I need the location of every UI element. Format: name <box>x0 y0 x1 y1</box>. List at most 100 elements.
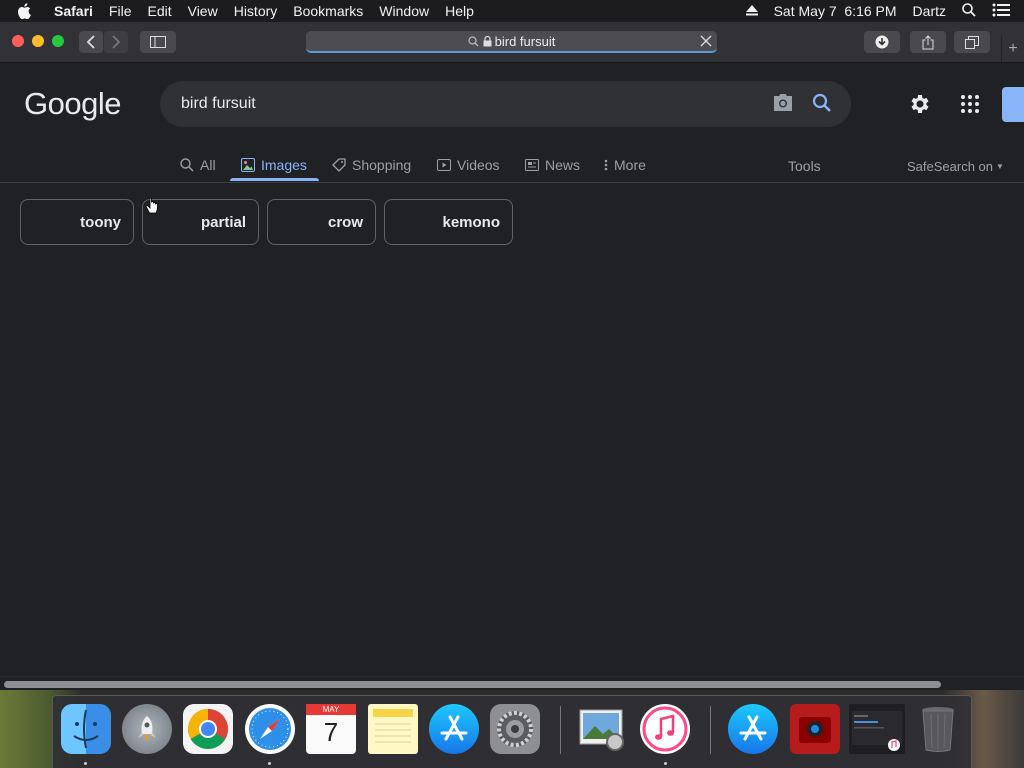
spotlight-icon[interactable] <box>954 2 984 20</box>
menu-window[interactable]: Window <box>371 3 437 19</box>
chip-label: partial <box>200 213 246 231</box>
sign-in-button[interactable] <box>1002 87 1024 122</box>
menu-history[interactable]: History <box>226 3 286 19</box>
dock-notes[interactable] <box>368 704 418 754</box>
search-icon <box>180 158 194 172</box>
dock-screenshot-file[interactable] <box>849 704 905 754</box>
tab-more[interactable]: More <box>604 150 646 180</box>
address-bar[interactable]: bird fursuit <box>306 31 717 53</box>
menu-file[interactable]: File <box>101 3 140 19</box>
dock-app-store-2[interactable] <box>728 704 778 754</box>
tab-news[interactable]: News <box>525 150 580 180</box>
google-apps-icon[interactable] <box>961 95 979 118</box>
menu-help[interactable]: Help <box>437 3 482 19</box>
download-icon <box>875 35 889 49</box>
tabs-overview-button[interactable] <box>954 31 990 53</box>
dock-running-indicator <box>268 762 271 765</box>
trash-icon <box>922 707 954 752</box>
chevron-left-icon <box>86 35 95 49</box>
browser-toolbar: bird fursuit + <box>0 22 1024 63</box>
safesearch-label: SafeSearch on <box>907 159 994 174</box>
horizontal-scrollbar[interactable] <box>0 676 1024 691</box>
apple-icon[interactable] <box>17 3 39 19</box>
dock-chrome[interactable] <box>183 704 233 754</box>
sidebar-button[interactable] <box>140 31 176 53</box>
notification-center-icon[interactable] <box>984 3 1024 20</box>
play-icon <box>437 159 451 171</box>
dock-preview[interactable] <box>577 704 627 754</box>
calendar-day: 7 <box>323 717 339 747</box>
chrome-icon <box>188 709 228 749</box>
more-vert-icon <box>604 159 608 171</box>
dock-launchpad[interactable] <box>122 704 172 754</box>
chip-partial[interactable]: partial <box>142 199 259 245</box>
tools-button[interactable]: Tools <box>788 158 821 174</box>
menu-view[interactable]: View <box>180 3 226 19</box>
back-button[interactable] <box>79 31 103 53</box>
url-text: bird fursuit <box>494 33 556 49</box>
dock-calendar[interactable]: MAY 7 <box>306 704 356 754</box>
dock-itunes[interactable] <box>640 704 690 754</box>
chip-label: toony <box>80 213 121 231</box>
menu-bar: Safari File Edit View History Bookmarks … <box>0 0 1024 22</box>
menu-app-safari[interactable]: Safari <box>53 3 101 19</box>
dock-app-store[interactable] <box>429 704 479 754</box>
sidebar-icon <box>150 36 166 48</box>
app-store-icon <box>440 715 468 741</box>
lock-icon <box>483 35 492 46</box>
search-icon[interactable] <box>812 93 832 118</box>
dock-running-indicator <box>664 762 667 765</box>
chip-label: kemono <box>442 213 500 231</box>
dock-system-preferences[interactable] <box>490 704 540 754</box>
zoom-window-button[interactable] <box>52 35 64 47</box>
tab-images[interactable]: Images <box>241 150 307 180</box>
preview-icon <box>579 709 624 751</box>
tab-shopping[interactable]: Shopping <box>332 150 411 180</box>
search-query[interactable]: bird fursuit <box>181 95 256 113</box>
dock-safari[interactable] <box>245 704 295 754</box>
photo-booth-icon <box>799 717 831 743</box>
scrollbar-thumb[interactable] <box>4 681 941 688</box>
close-window-button[interactable] <box>12 35 24 47</box>
settings-gear-icon[interactable] <box>908 92 932 121</box>
eject-icon[interactable] <box>738 3 766 19</box>
tab-images-label: Images <box>261 157 307 173</box>
chevron-right-icon <box>112 35 121 49</box>
minimize-window-button[interactable] <box>32 35 44 47</box>
finder-icon <box>73 709 99 749</box>
safesearch-toggle[interactable]: SafeSearch on ▼ <box>907 159 1004 174</box>
chip-toony[interactable]: toony <box>20 199 134 245</box>
app-store-icon <box>739 715 767 741</box>
dock-separator <box>710 706 711 754</box>
camera-icon[interactable] <box>772 93 794 118</box>
new-tab-button[interactable]: + <box>1001 36 1024 62</box>
dock-trash[interactable] <box>913 704 963 754</box>
google-logo[interactable]: Google <box>24 86 121 122</box>
tag-icon <box>332 158 346 172</box>
forward-button[interactable] <box>104 31 128 53</box>
rocket-icon <box>138 716 156 742</box>
search-input[interactable]: bird fursuit <box>160 81 851 127</box>
menu-bookmarks[interactable]: Bookmarks <box>285 3 371 19</box>
dock-photo-booth[interactable] <box>790 704 840 754</box>
clock[interactable]: Sat May 7 6:16 PM <box>766 3 905 19</box>
chip-label: crow <box>327 213 363 231</box>
clear-url-icon[interactable] <box>699 34 713 51</box>
dock-running-indicator <box>84 762 87 765</box>
chip-crow[interactable]: crow <box>267 199 376 245</box>
tab-videos[interactable]: Videos <box>437 150 500 180</box>
tab-all[interactable]: All <box>180 150 216 180</box>
tab-all-label: All <box>200 157 216 173</box>
downloads-button[interactable] <box>864 31 900 53</box>
user-name[interactable]: Dartz <box>905 3 954 19</box>
menu-edit[interactable]: Edit <box>139 3 179 19</box>
hand-cursor-icon <box>145 197 159 221</box>
share-button[interactable] <box>910 31 946 53</box>
gear-icon <box>497 711 533 747</box>
dock: MAY 7 <box>52 695 972 768</box>
dock-separator <box>560 706 561 754</box>
chip-kemono[interactable]: kemono <box>384 199 513 245</box>
tab-videos-label: Videos <box>457 157 500 173</box>
dock-finder[interactable] <box>61 704 111 754</box>
notes-icon <box>373 709 413 743</box>
